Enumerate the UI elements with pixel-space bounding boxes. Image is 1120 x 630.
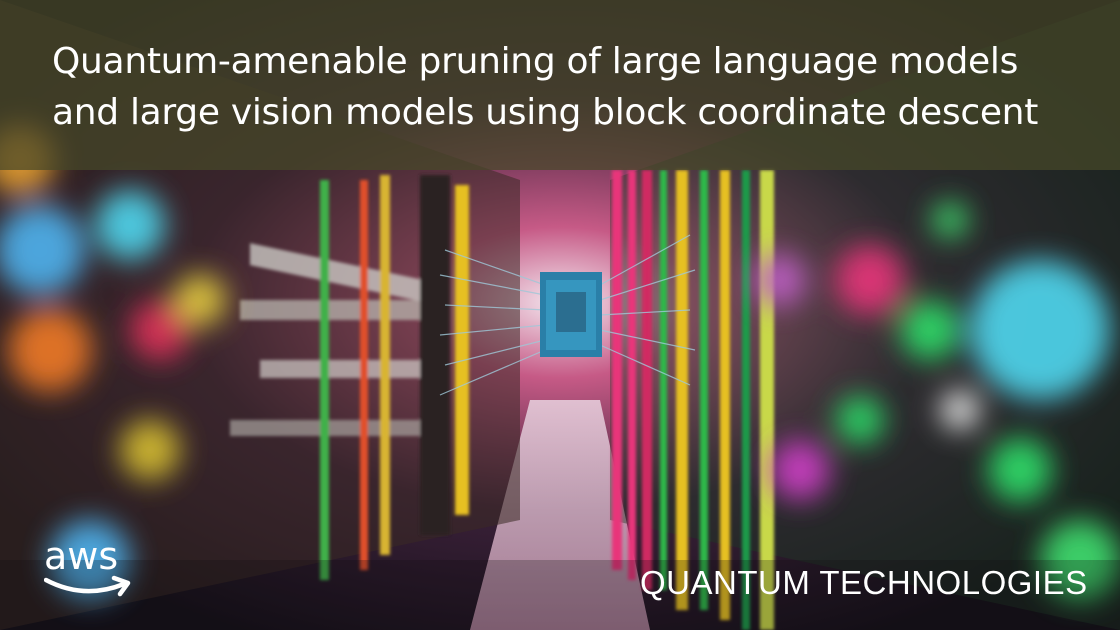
aws-logo: aws: [40, 534, 140, 602]
aws-logo-text: aws: [44, 534, 119, 578]
headline-line-2: and large vision models using block coor…: [52, 92, 1039, 133]
headline: Quantum-amenable pruning of large langua…: [52, 36, 1092, 138]
headline-line-1: Quantum-amenable pruning of large langua…: [52, 41, 1019, 82]
category-label: QUANTUM TECHNOLOGIES: [640, 564, 1088, 601]
aws-smile-icon: [44, 575, 131, 597]
